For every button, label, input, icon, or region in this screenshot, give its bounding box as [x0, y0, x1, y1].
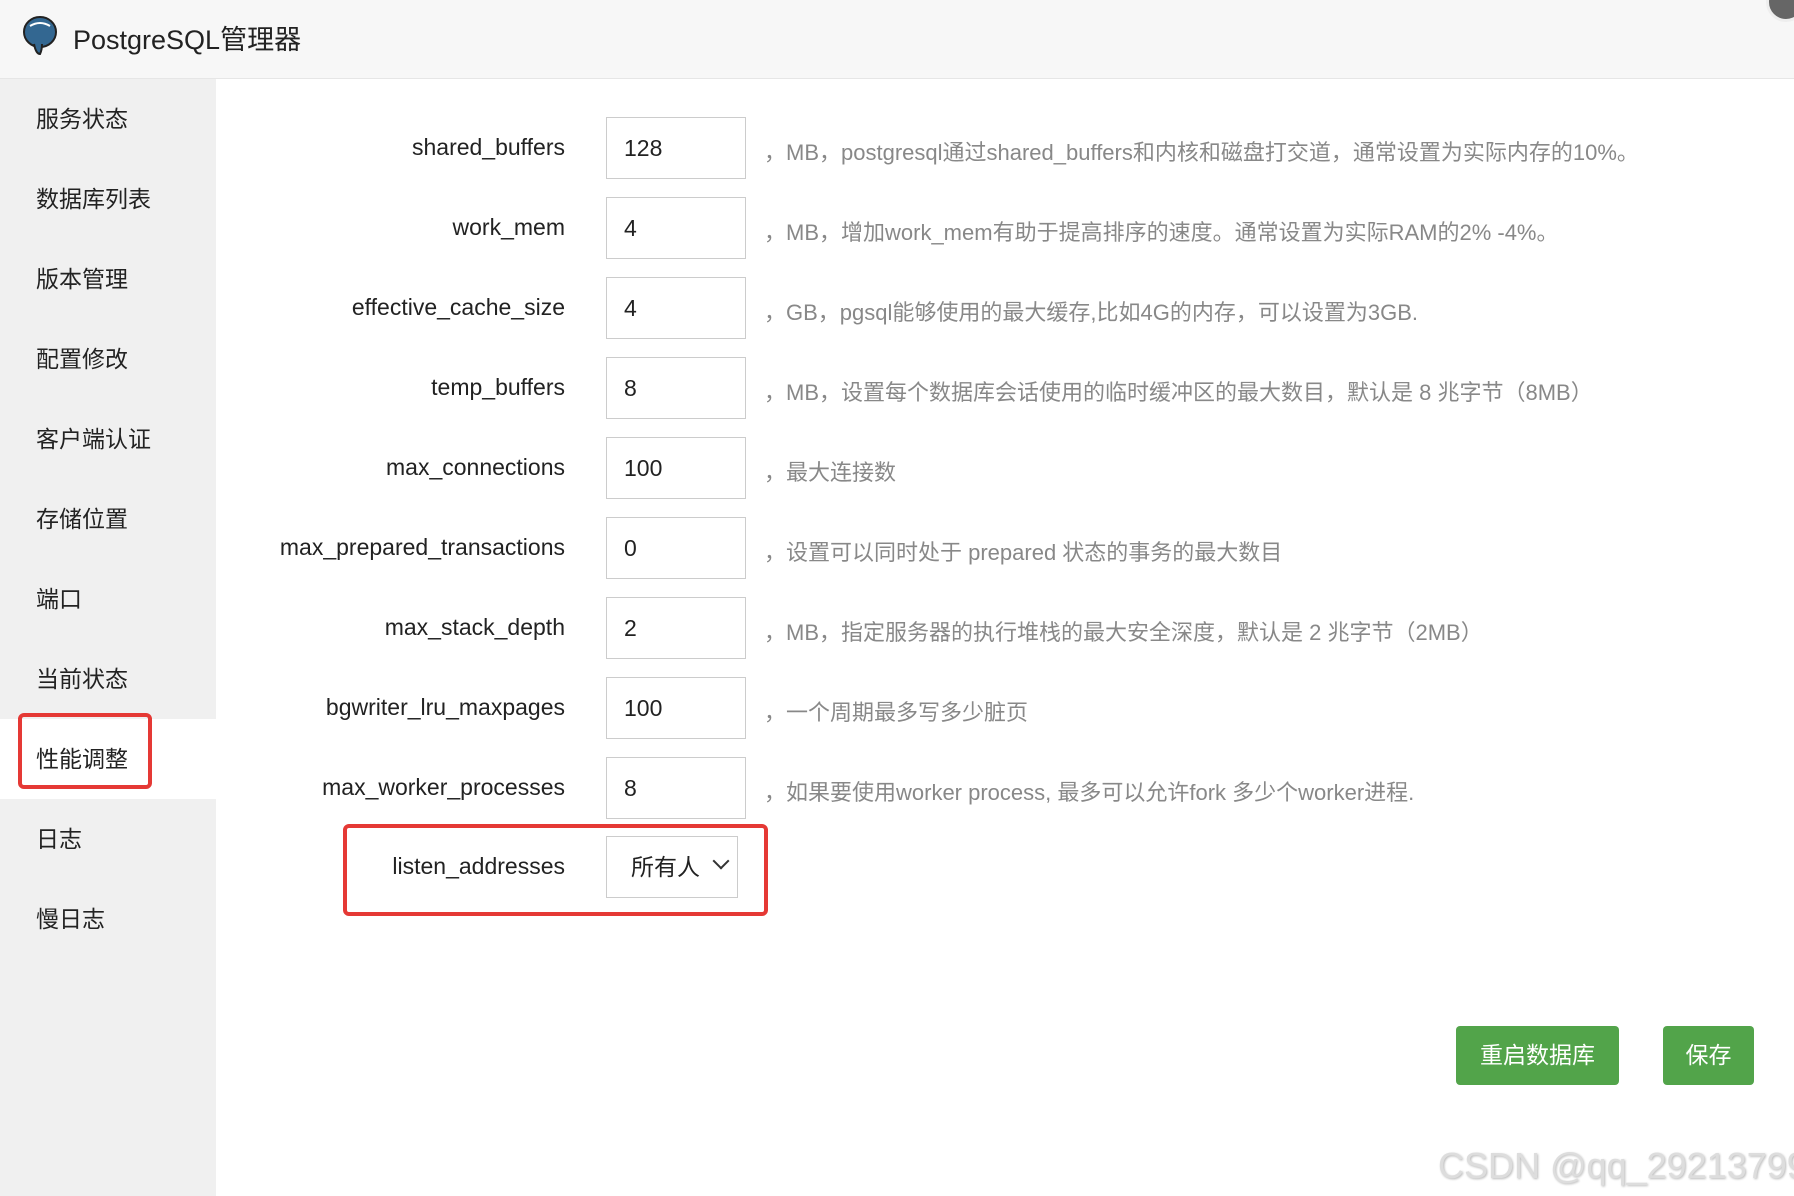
highlight-box-listen [343, 824, 768, 916]
setting-input[interactable]: 4 [606, 277, 746, 339]
setting-description: ，MB，增加work_mem有助于提高排序的速度。通常设置为实际RAM的2% -… [764, 220, 1559, 245]
app-title: PostgreSQL管理器 [73, 25, 302, 55]
app-header: PostgreSQL管理器 [0, 0, 1794, 79]
setting-label: max_stack_depth [384, 614, 565, 640]
sidebar-item-client-auth[interactable]: 客户端认证 [0, 399, 216, 479]
sidebar-item-database-list[interactable]: 数据库列表 [0, 159, 216, 239]
setting-description: ，如果要使用worker process, 最多可以允许fork 多少个work… [764, 780, 1415, 805]
setting-description: ，一个周期最多写多少脏页 [764, 700, 1029, 725]
restart-database-button[interactable]: 重启数据库 [1456, 1026, 1619, 1085]
setting-label: effective_cache_size [351, 294, 565, 320]
sidebar-item-version[interactable]: 版本管理 [0, 239, 216, 319]
sidebar: 服务状态 数据库列表 版本管理 配置修改 客户端认证 存储位置 端口 当前状态 … [0, 79, 216, 1196]
sidebar-item-service-status[interactable]: 服务状态 [0, 79, 216, 159]
setting-input[interactable]: 128 [606, 117, 746, 179]
setting-input[interactable]: 2 [606, 597, 746, 659]
setting-input[interactable]: 100 [606, 437, 746, 499]
setting-label: temp_buffers [431, 374, 565, 400]
setting-description: ，GB，pgsql能够使用的最大缓存,比如4G的内存，可以设置为3GB. [764, 300, 1418, 325]
setting-input[interactable]: 8 [606, 757, 746, 819]
sidebar-item-slow-log[interactable]: 慢日志 [0, 879, 216, 959]
setting-input[interactable]: 0 [606, 517, 746, 579]
setting-label: max_prepared_transactions [279, 534, 565, 560]
sidebar-item-current-status[interactable]: 当前状态 [0, 639, 216, 719]
setting-description: ，MB，设置每个数据库会话使用的临时缓冲区的最大数目，默认是 8 兆字节（8MB… [764, 380, 1593, 405]
setting-description: ，MB，postgresql通过shared_buffers和内核和磁盘打交道，… [764, 140, 1639, 165]
postgresql-elephant-icon [23, 16, 57, 56]
save-button[interactable]: 保存 [1663, 1026, 1754, 1085]
setting-label: max_connections [386, 454, 565, 480]
setting-description: ，最大连接数 [764, 460, 897, 485]
setting-description: ，MB，指定服务器的执行堆栈的最大安全深度，默认是 2 兆字节（2MB） [764, 620, 1483, 645]
close-icon[interactable] [1766, 0, 1794, 22]
setting-description: ，设置可以同时处于 prepared 状态的事务的最大数目 [764, 540, 1283, 565]
setting-label: bgwriter_lru_maxpages [325, 694, 565, 720]
sidebar-item-log[interactable]: 日志 [0, 799, 216, 879]
setting-label: shared_buffers [411, 134, 565, 160]
setting-input[interactable]: 4 [606, 197, 746, 259]
watermark: CSDN @qq_29213799 [1438, 1145, 1794, 1186]
setting-label: max_worker_processes [322, 774, 565, 800]
highlight-box-sidebar [18, 713, 152, 789]
sidebar-item-config[interactable]: 配置修改 [0, 319, 216, 399]
setting-label: work_mem [452, 214, 565, 240]
sidebar-item-storage[interactable]: 存储位置 [0, 479, 216, 559]
setting-input[interactable]: 100 [606, 677, 746, 739]
setting-input[interactable]: 8 [606, 357, 746, 419]
sidebar-item-port[interactable]: 端口 [0, 559, 216, 639]
